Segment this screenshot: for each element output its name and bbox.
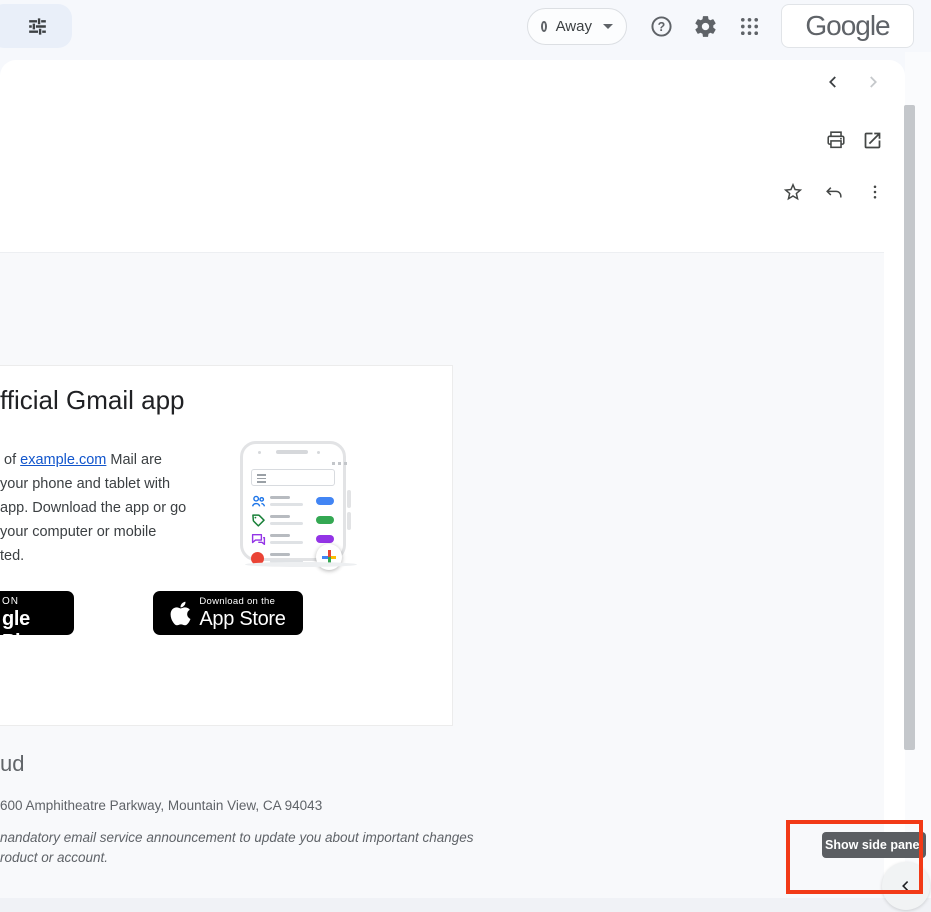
star-icon — [782, 181, 804, 203]
phone-list-row — [251, 494, 347, 510]
help-icon: ? — [649, 14, 674, 39]
more-options-button[interactable] — [866, 183, 884, 201]
gmail-window: Away ? Google — [0, 0, 931, 912]
email-heading: fficial Gmail app — [0, 385, 185, 416]
phone-status-icons — [332, 462, 347, 465]
google-logo: Google — [805, 10, 889, 42]
print-button[interactable] — [825, 129, 847, 151]
apps-grid-icon — [738, 15, 761, 38]
apple-logo-icon — [170, 600, 191, 627]
paragraph-text: Mail are — [106, 452, 162, 468]
app-store-badge[interactable]: Download on the App Store — [153, 591, 303, 635]
open-in-new-icon — [862, 130, 883, 151]
email-paragraph: of example.com Mail are your phone and t… — [0, 448, 200, 568]
more-vert-icon — [866, 183, 884, 201]
paragraph-line: of example.com Mail are — [0, 448, 200, 472]
paragraph-text: of — [0, 452, 20, 468]
tune-icon — [25, 14, 50, 39]
print-icon — [825, 129, 847, 151]
reply-button[interactable] — [823, 182, 844, 203]
status-label: Away — [556, 18, 592, 35]
people-icon — [251, 494, 266, 509]
label-tag-icon — [251, 513, 266, 528]
plus-arm-red — [328, 550, 331, 557]
phone-camera-dot — [317, 451, 320, 454]
paragraph-line: app. Download the app or go — [0, 496, 200, 520]
older-message-button[interactable] — [863, 72, 883, 92]
paragraph-line: your computer or mobile — [0, 520, 200, 544]
play-badge-bottom-text: gle Play — [2, 608, 74, 635]
show-side-panel-button[interactable] — [882, 862, 930, 910]
reply-icon — [824, 183, 844, 203]
scrollbar-thumb[interactable] — [904, 105, 915, 750]
paragraph-line: your phone and tablet with — [0, 472, 200, 496]
phone-speaker — [276, 450, 308, 454]
chevron-down-icon — [603, 24, 613, 29]
chevron-left-icon — [824, 73, 842, 91]
phone-shadow — [245, 562, 357, 567]
phone-side-button — [347, 490, 351, 508]
help-button[interactable]: ? — [648, 13, 674, 39]
footer-disclaimer-line: nandatory email service announcement to … — [0, 830, 474, 845]
search-filters-button[interactable] — [0, 4, 72, 48]
availability-status-dropdown[interactable]: Away — [527, 8, 627, 45]
phone-list-row — [251, 513, 347, 529]
blue-pill — [316, 497, 334, 505]
settings-gear-icon — [693, 14, 718, 39]
hamburger-menu-icon — [257, 474, 266, 485]
footer-brand: ud — [0, 751, 24, 777]
star-button[interactable] — [782, 181, 804, 203]
example-link[interactable]: example.com — [20, 452, 106, 468]
google-play-badge-text: ON gle Play — [2, 596, 74, 635]
app-store-badge-text: Download on the App Store — [199, 597, 285, 630]
newer-message-button[interactable] — [823, 72, 843, 92]
footer-disclaimer-line: roduct or account. — [0, 850, 108, 865]
green-pill — [316, 516, 334, 524]
gmail-app-illustration — [239, 440, 363, 570]
paragraph-line: ted. — [0, 544, 200, 568]
appstore-badge-bottom-text: App Store — [199, 609, 285, 629]
chevron-left-icon — [898, 878, 914, 894]
settings-button[interactable] — [692, 13, 718, 39]
open-in-new-window-button[interactable] — [861, 129, 883, 151]
play-badge-top-text: ON — [2, 596, 74, 607]
phone-camera-dot — [258, 451, 261, 454]
footer-address: 600 Amphitheatre Parkway, Mountain View,… — [0, 798, 322, 813]
top-header: Away ? Google — [0, 0, 931, 52]
google-apps-button[interactable] — [736, 13, 762, 39]
svg-text:?: ? — [657, 19, 665, 33]
appstore-badge-top-text: Download on the — [199, 597, 285, 607]
show-side-panel-tooltip: Show side panel — [822, 832, 926, 858]
purple-pill — [316, 535, 334, 543]
status-circle-icon — [541, 21, 547, 32]
chat-icon — [251, 532, 266, 547]
google-logo-container: Google — [781, 4, 914, 48]
google-play-badge[interactable]: ON gle Play — [0, 591, 74, 635]
chevron-right-icon — [864, 73, 882, 91]
phone-side-button — [347, 512, 351, 530]
page-bottom-strip — [0, 898, 931, 912]
phone-search-bar — [251, 469, 335, 486]
